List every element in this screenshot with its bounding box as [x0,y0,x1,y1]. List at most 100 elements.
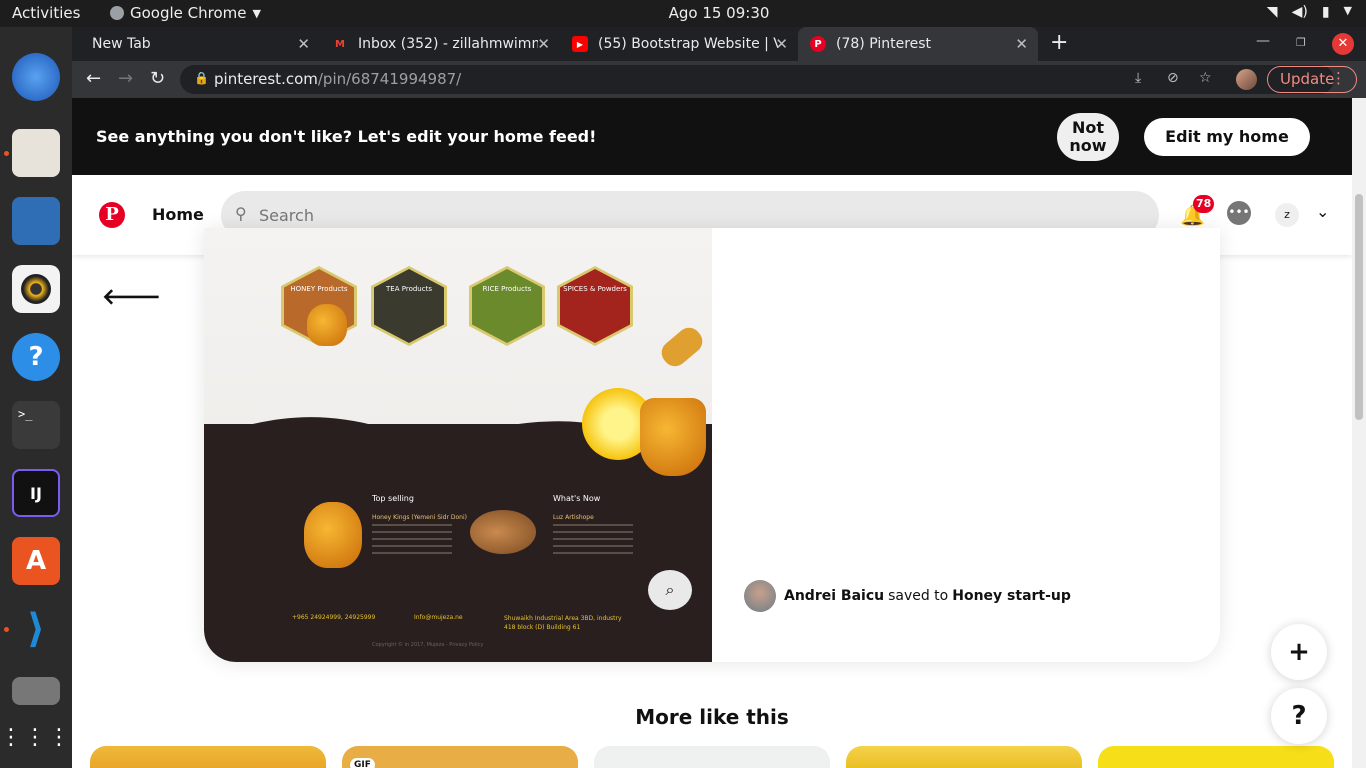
tab-new-tab[interactable]: New Tab ✕ [80,27,320,61]
honey-jar-large-image [640,398,706,476]
gmail-icon: M [335,38,345,50]
youtube-icon: ▶ [572,36,588,52]
battery-icon: ▮ [1321,4,1330,20]
new-tab-button[interactable]: + [1050,30,1068,55]
saved-by: Andrei Baicu saved to Honey start-up [744,580,1071,612]
saved-to-text: saved to [888,588,949,604]
files-icon[interactable] [12,129,60,177]
close-icon[interactable]: ✕ [775,35,788,53]
not-now-button[interactable]: Not now [1057,113,1119,161]
edit-feed-banner: See anything you don't like? Let's edit … [72,98,1352,184]
top-selling-text [372,524,452,554]
top-selling-title: Top selling [372,494,414,503]
search-input[interactable] [259,203,1139,227]
hexagon-tea: TEA Products [371,266,447,346]
help-icon[interactable]: ? [12,333,60,381]
saver-name[interactable]: Andrei Baicu [784,588,884,604]
show-apps-icon[interactable]: ⋮⋮⋮ [0,713,70,761]
minimize-icon[interactable]: — [1256,33,1270,49]
system-top-bar: Activities Google Chrome ▼ Ago 15 09:30 … [0,0,1366,27]
whats-now-text [553,524,633,554]
footer-email: Info@mujeza.ne [414,614,463,621]
footer-copyright: Copyright © in 2017, Mujeza - Privacy Po… [372,642,484,648]
caret-down-icon: ▼ [1343,4,1352,17]
update-button[interactable]: Update ⋮ [1267,66,1357,93]
related-pin[interactable] [90,746,326,768]
chevron-down-icon[interactable]: ⌄ [1316,202,1329,221]
address-bar[interactable]: 🔒 pinterest.com/pin/68741994987/ ⤓ ⊘ ☆ [180,65,1334,94]
hexagon-rice: RICE Products [469,266,545,346]
pin-image[interactable]: HONEY Products TEA Products RICE Product… [204,228,712,662]
lock-icon[interactable]: 🔒 [194,71,209,85]
home-link[interactable]: Home [152,205,204,224]
vscode-icon[interactable]: ⟩ [12,605,60,653]
eye-off-icon[interactable]: ⊘ [1167,70,1179,86]
visual-search-icon[interactable]: ⌕ [648,570,692,610]
rhythmbox-icon[interactable] [12,265,60,313]
install-icon[interactable]: ⤓ [1135,70,1141,86]
writer-icon[interactable] [12,197,60,245]
tab-strip: New Tab ✕ M Inbox (352) - zillahmwimm ✕ … [72,27,1366,61]
browser-toolbar: ← → ↻ 🔒 pinterest.com/pin/68741994987/ ⤓… [72,61,1366,98]
reload-icon[interactable]: ↻ [150,68,165,89]
scrollbar-thumb[interactable] [1355,194,1363,420]
dark-background [204,424,712,662]
tab-title: (55) Bootstrap Website | V [598,36,778,52]
clock[interactable]: Ago 15 09:30 [0,4,1366,22]
thunderbird-icon[interactable] [12,53,60,101]
tab-gmail[interactable]: M Inbox (352) - zillahmwimm ✕ [320,27,560,61]
close-icon[interactable]: ✕ [297,35,310,53]
back-arrow-icon[interactable]: 🡐 [102,284,161,310]
pinterest-icon: P [810,36,826,52]
more-like-this-heading: More like this [635,705,789,729]
related-pin[interactable] [846,746,1082,768]
dock: ? >_ IJ A ⟩ ⋮⋮⋮ [0,27,72,768]
messages-icon[interactable]: ••• [1227,201,1251,225]
tab-youtube[interactable]: ▶ (55) Bootstrap Website | V ✕ [560,27,798,61]
forward-icon[interactable]: → [118,68,133,89]
create-pin-button[interactable]: + [1271,624,1327,680]
terminal-icon[interactable]: >_ [12,401,60,449]
notification-badge: 78 [1193,195,1215,213]
help-button[interactable]: ? [1271,688,1327,744]
profile-avatar[interactable] [1236,69,1257,90]
url-path: /pin/68741994987/ [317,70,462,88]
maximize-icon[interactable]: ❐ [1296,36,1306,49]
saver-avatar[interactable] [744,580,776,612]
url-text: pinterest.com/pin/68741994987/ [214,70,461,88]
hexagon-spices: SPICES & Powders [557,266,633,346]
search-icon: ⚲ [235,204,247,223]
intellij-icon[interactable]: IJ [12,469,60,517]
related-pin[interactable] [594,746,830,768]
page-scrollbar[interactable] [1352,98,1366,768]
close-icon[interactable]: ✕ [1015,35,1028,53]
pin-closeup-card: HONEY Products TEA Products RICE Product… [204,228,1220,662]
honey-dipper-image [656,322,708,372]
tab-pinterest[interactable]: P (78) Pinterest ✕ [798,27,1038,61]
system-tray[interactable]: ◥ ◀) ▮ ▼ [1267,4,1352,20]
user-avatar[interactable]: z [1275,203,1299,227]
tab-title: New Tab [92,36,151,52]
running-indicator [4,151,9,156]
footer-address: Shuwaikh Industrial Area 3BD, industry 4… [504,615,622,631]
honey-pot-image [304,502,362,568]
edit-home-feed-button[interactable]: Edit my home feed [1144,118,1310,184]
pinterest-logo-icon[interactable]: P [99,202,125,228]
bookmark-star-icon[interactable]: ☆ [1199,70,1212,86]
software-store-icon[interactable]: A [12,537,60,585]
drive-icon[interactable] [12,677,60,705]
top-selling-sub: Honey Kings (Yemeni Sidr Doni) [372,514,467,521]
close-window-icon[interactable]: ✕ [1332,33,1354,55]
whats-now-sub: Luz Artishope [553,514,594,521]
honey-jar-image [307,304,347,346]
whats-now-title: What's Now [553,494,601,503]
back-icon[interactable]: ← [86,68,101,89]
board-name[interactable]: Honey start-up [952,588,1071,604]
related-pin[interactable]: GIF [342,746,578,768]
footer-phone: +965 24924999, 24925999 [292,614,376,621]
volume-icon: ◀) [1291,4,1308,20]
running-indicator [4,627,9,632]
close-icon[interactable]: ✕ [537,35,550,53]
related-pin[interactable] [1098,746,1334,768]
update-label: Update [1280,70,1335,88]
